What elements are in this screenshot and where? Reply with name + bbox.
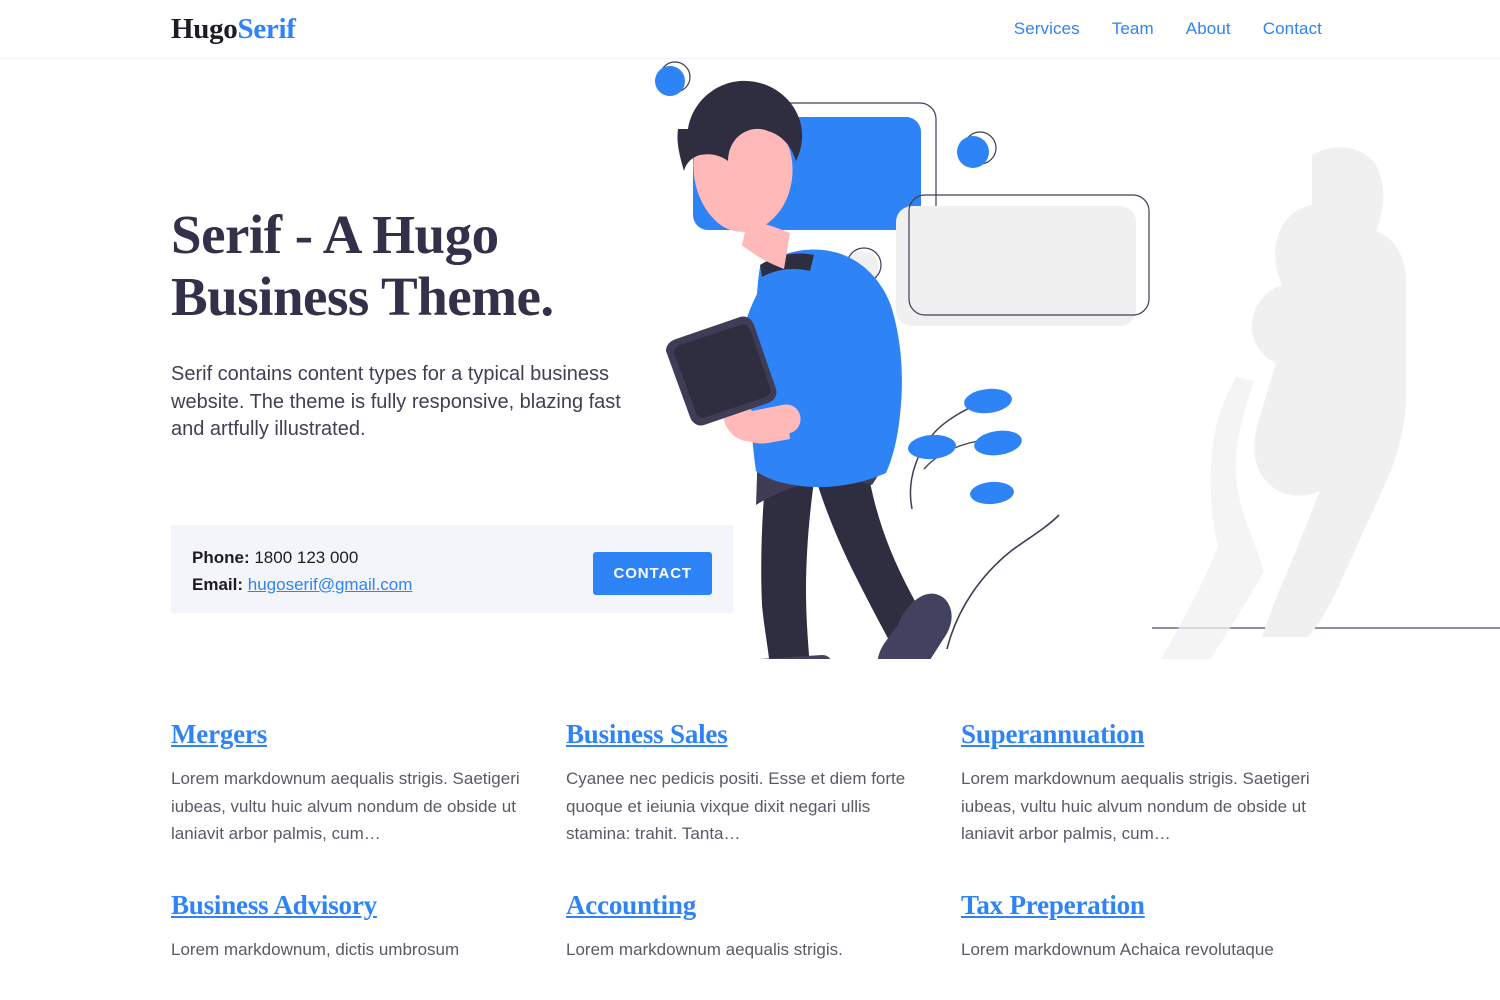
service-link-mergers[interactable]: Mergers (171, 719, 267, 750)
outline-circle-gray-icon (846, 247, 882, 283)
page-title: Serif - A Hugo Business Theme. (171, 204, 771, 327)
service-card-business-sales: Business Sales Cyanee nec pedicis positi… (566, 719, 926, 848)
hair-icon (677, 80, 803, 171)
plant-leaf-3-icon (974, 430, 1022, 456)
landing-page: HugoSerif Services Team About Contact Se… (0, 0, 1500, 1000)
email-label: Email: (192, 574, 244, 594)
service-card-superannuation: Superannuation Lorem markdownum aequalis… (961, 719, 1321, 848)
hero-section: Serif - A Hugo Business Theme. Serif con… (0, 59, 1500, 719)
service-link-tax-preperation[interactable]: Tax Preperation (961, 890, 1145, 921)
service-text-superannuation: Lorem markdownum aequalis strigis. Saeti… (961, 769, 1310, 844)
email-link[interactable]: hugoserif@gmail.com (248, 575, 413, 594)
blue-circle-small-icon (655, 66, 685, 96)
shadow-silhouette-icon (1161, 147, 1406, 659)
sweater-icon (751, 249, 902, 488)
gray-circle-fill-icon (845, 251, 879, 285)
phone-value: 1800 123 000 (254, 548, 359, 567)
service-text-accounting: Lorem markdownum aequalis strigis. (566, 939, 843, 959)
logo-text-accent: Serif (237, 13, 296, 45)
plant-icon (908, 388, 1060, 650)
outline-circle-icon (659, 61, 691, 93)
service-text-business-advisory: Lorem markdownum, dictis umbrosum (171, 939, 460, 959)
service-card-business-advisory: Business Advisory Lorem markdownum, dict… (171, 890, 531, 964)
service-card-accounting: Accounting Lorem markdownum aequalis str… (566, 890, 926, 964)
hero-title-line-1: Serif - A Hugo (171, 204, 499, 265)
service-link-business-advisory[interactable]: Business Advisory (171, 890, 377, 921)
contact-phone-row: Phone: 1800 123 000 (192, 545, 412, 572)
service-link-superannuation[interactable]: Superannuation (961, 719, 1144, 750)
service-text-mergers: Lorem markdownum aequalis strigis. Saeti… (171, 769, 520, 844)
main-navigation: Services Team About Contact (1014, 19, 1322, 39)
shoe-back-icon (760, 655, 831, 659)
plant-leaf-1-icon (964, 388, 1012, 414)
nav-link-about[interactable]: About (1186, 19, 1231, 39)
service-link-business-sales[interactable]: Business Sales (566, 719, 728, 750)
site-header: HugoSerif Services Team About Contact (0, 0, 1500, 59)
contact-panel: Phone: 1800 123 000 Email: hugoserif@gma… (171, 525, 733, 613)
service-text-tax-preperation: Lorem markdownum Achaica revolutaque (961, 939, 1274, 959)
contact-button[interactable]: CONTACT (593, 552, 712, 595)
shoe-front-icon (877, 593, 952, 659)
blue-circle-medium-icon (957, 136, 989, 168)
services-section: Mergers Lorem markdownum aequalis strigi… (171, 719, 1331, 963)
hero-title-line-2: Business Theme. (171, 265, 554, 327)
plant-leaf-2-icon (908, 434, 956, 460)
service-card-tax-preperation: Tax Preperation Lorem markdownum Achaica… (961, 890, 1321, 964)
hero-copy: Serif - A Hugo Business Theme. Serif con… (171, 204, 771, 443)
service-card-mergers: Mergers Lorem markdownum aequalis strigi… (171, 719, 531, 848)
hero-subtitle: Serif contains content types for a typic… (171, 363, 621, 440)
outline-circle-medium-icon (963, 131, 997, 165)
service-text-business-sales: Cyanee nec pedicis positi. Esse et diem … (566, 769, 906, 844)
phone-label: Phone: (192, 548, 250, 567)
site-logo[interactable]: HugoSerif (171, 13, 296, 46)
logo-text-primary: Hugo (171, 13, 238, 45)
nav-link-contact[interactable]: Contact (1263, 19, 1322, 39)
contact-email-row: Email: hugoserif@gmail.com (192, 572, 412, 599)
services-grid: Mergers Lorem markdownum aequalis strigi… (171, 719, 1331, 963)
service-link-accounting[interactable]: Accounting (566, 890, 696, 921)
nav-link-services[interactable]: Services (1014, 19, 1080, 39)
gray-rounded-rect-icon (896, 206, 1136, 326)
plant-leaf-4-icon (970, 481, 1014, 505)
nav-link-team[interactable]: Team (1112, 19, 1154, 39)
contact-details: Phone: 1800 123 000 Email: hugoserif@gma… (192, 545, 412, 598)
outlined-rounded-rect-2-icon (908, 194, 1150, 316)
